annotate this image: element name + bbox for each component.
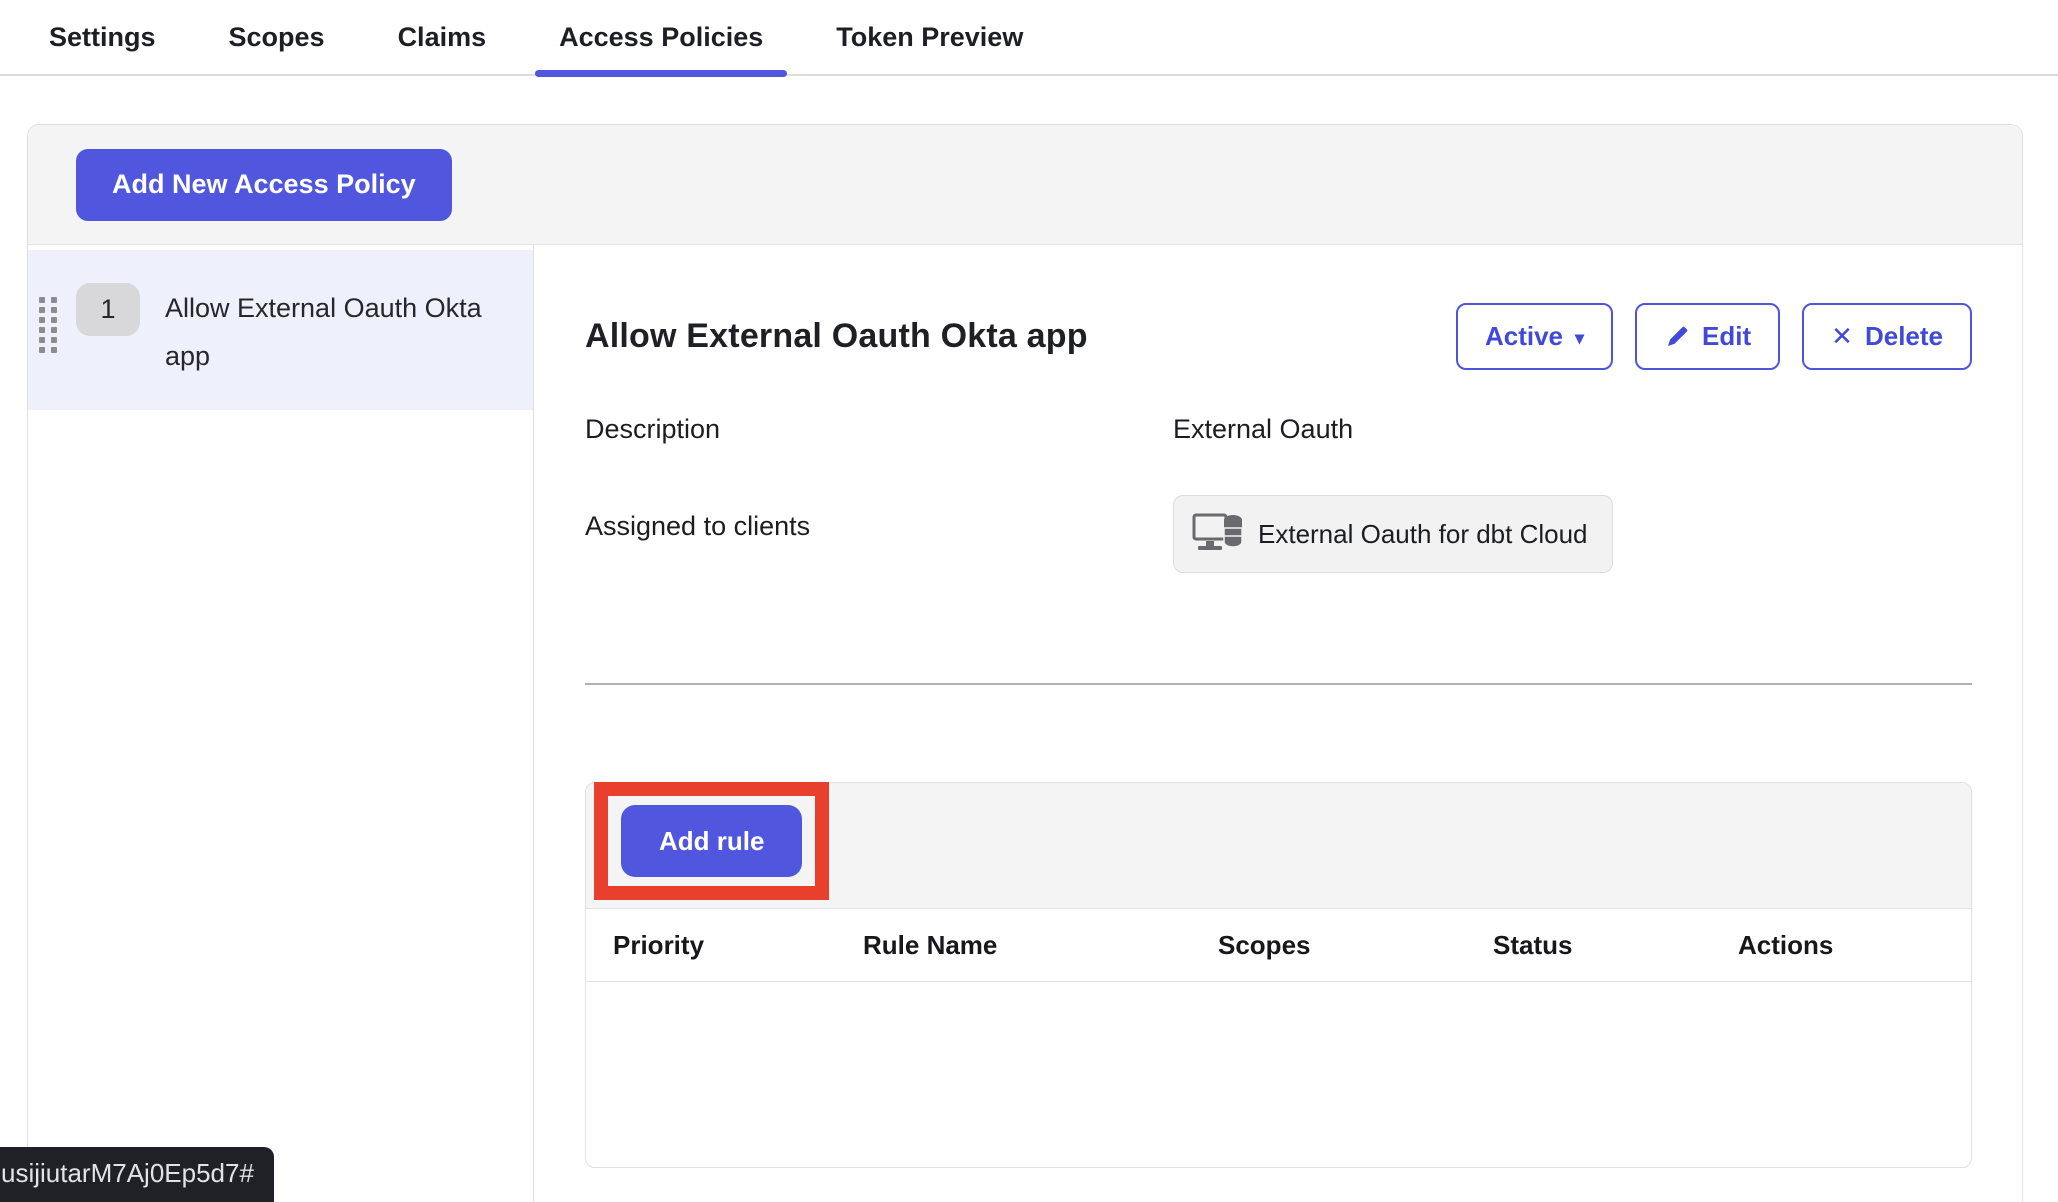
delete-button[interactable]: ✕ Delete bbox=[1802, 303, 1972, 370]
policy-priority-badge: 1 bbox=[76, 283, 140, 336]
policy-list: 1 Allow External Oauth Okta app bbox=[28, 245, 534, 1202]
edit-pencil-icon bbox=[1664, 324, 1690, 350]
column-status: Status bbox=[1493, 930, 1738, 961]
chevron-down-icon: ▾ bbox=[1575, 328, 1584, 349]
tab-settings[interactable]: Settings bbox=[25, 0, 180, 75]
column-scopes: Scopes bbox=[1218, 930, 1493, 961]
add-rule-button[interactable]: Add rule bbox=[621, 805, 802, 877]
policy-action-buttons: Active ▾ Edit ✕ bbox=[1456, 303, 1972, 370]
edit-button[interactable]: Edit bbox=[1635, 303, 1780, 370]
section-divider bbox=[585, 683, 1972, 685]
assigned-to-clients-label: Assigned to clients bbox=[585, 509, 1173, 573]
link-status-text: usijiutarM7Aj0Ep5d7# bbox=[1, 1158, 254, 1189]
client-chip[interactable]: External Oauth for dbt Cloud bbox=[1173, 495, 1613, 573]
client-chip-label: External Oauth for dbt Cloud bbox=[1258, 519, 1588, 550]
tab-token-preview[interactable]: Token Preview bbox=[812, 0, 1047, 75]
status-dropdown-button[interactable]: Active ▾ bbox=[1456, 303, 1613, 370]
tab-claims[interactable]: Claims bbox=[374, 0, 511, 75]
description-value: External Oauth bbox=[1173, 414, 1972, 445]
tab-scopes[interactable]: Scopes bbox=[205, 0, 349, 75]
column-actions: Actions bbox=[1738, 930, 1971, 961]
link-status-tooltip: usijiutarM7Aj0Ep5d7# bbox=[0, 1147, 274, 1202]
add-new-access-policy-button[interactable]: Add New Access Policy bbox=[76, 149, 452, 221]
panel-toolbar: Add New Access Policy bbox=[28, 125, 2022, 245]
rules-table-empty-body bbox=[586, 982, 1971, 1167]
page: Settings Scopes Claims Access Policies T… bbox=[0, 0, 2058, 1202]
status-dropdown-label: Active bbox=[1485, 321, 1563, 352]
edit-button-label: Edit bbox=[1702, 321, 1751, 352]
rules-toolbar: Add rule bbox=[586, 783, 1971, 909]
assigned-clients-cell: External Oauth for dbt Cloud bbox=[1173, 509, 1972, 573]
client-app-icon bbox=[1192, 512, 1244, 556]
column-priority: Priority bbox=[613, 930, 863, 961]
delete-button-label: Delete bbox=[1865, 321, 1943, 352]
policy-list-item[interactable]: 1 Allow External Oauth Okta app bbox=[28, 250, 533, 410]
access-policies-panel: Add New Access Policy bbox=[27, 124, 2023, 1202]
column-rule-name: Rule Name bbox=[863, 930, 1218, 961]
rules-table-header: Priority Rule Name Scopes Status Actions bbox=[586, 909, 1971, 982]
policy-detail-panel: Allow External Oauth Okta app Active ▾ bbox=[534, 245, 2022, 1202]
tab-bar: Settings Scopes Claims Access Policies T… bbox=[0, 0, 2058, 76]
drag-handle-icon[interactable] bbox=[38, 295, 60, 355]
policy-item-label: Allow External Oauth Okta app bbox=[165, 283, 513, 380]
close-icon: ✕ bbox=[1831, 321, 1853, 352]
description-label: Description bbox=[585, 414, 1173, 445]
tab-access-policies[interactable]: Access Policies bbox=[535, 0, 787, 75]
policy-title: Allow External Oauth Okta app bbox=[585, 317, 1088, 356]
rules-card: Add rule Priority Rule Name Scopes Statu… bbox=[585, 782, 1972, 1168]
annotation-highlight-box: Add rule bbox=[594, 782, 829, 900]
